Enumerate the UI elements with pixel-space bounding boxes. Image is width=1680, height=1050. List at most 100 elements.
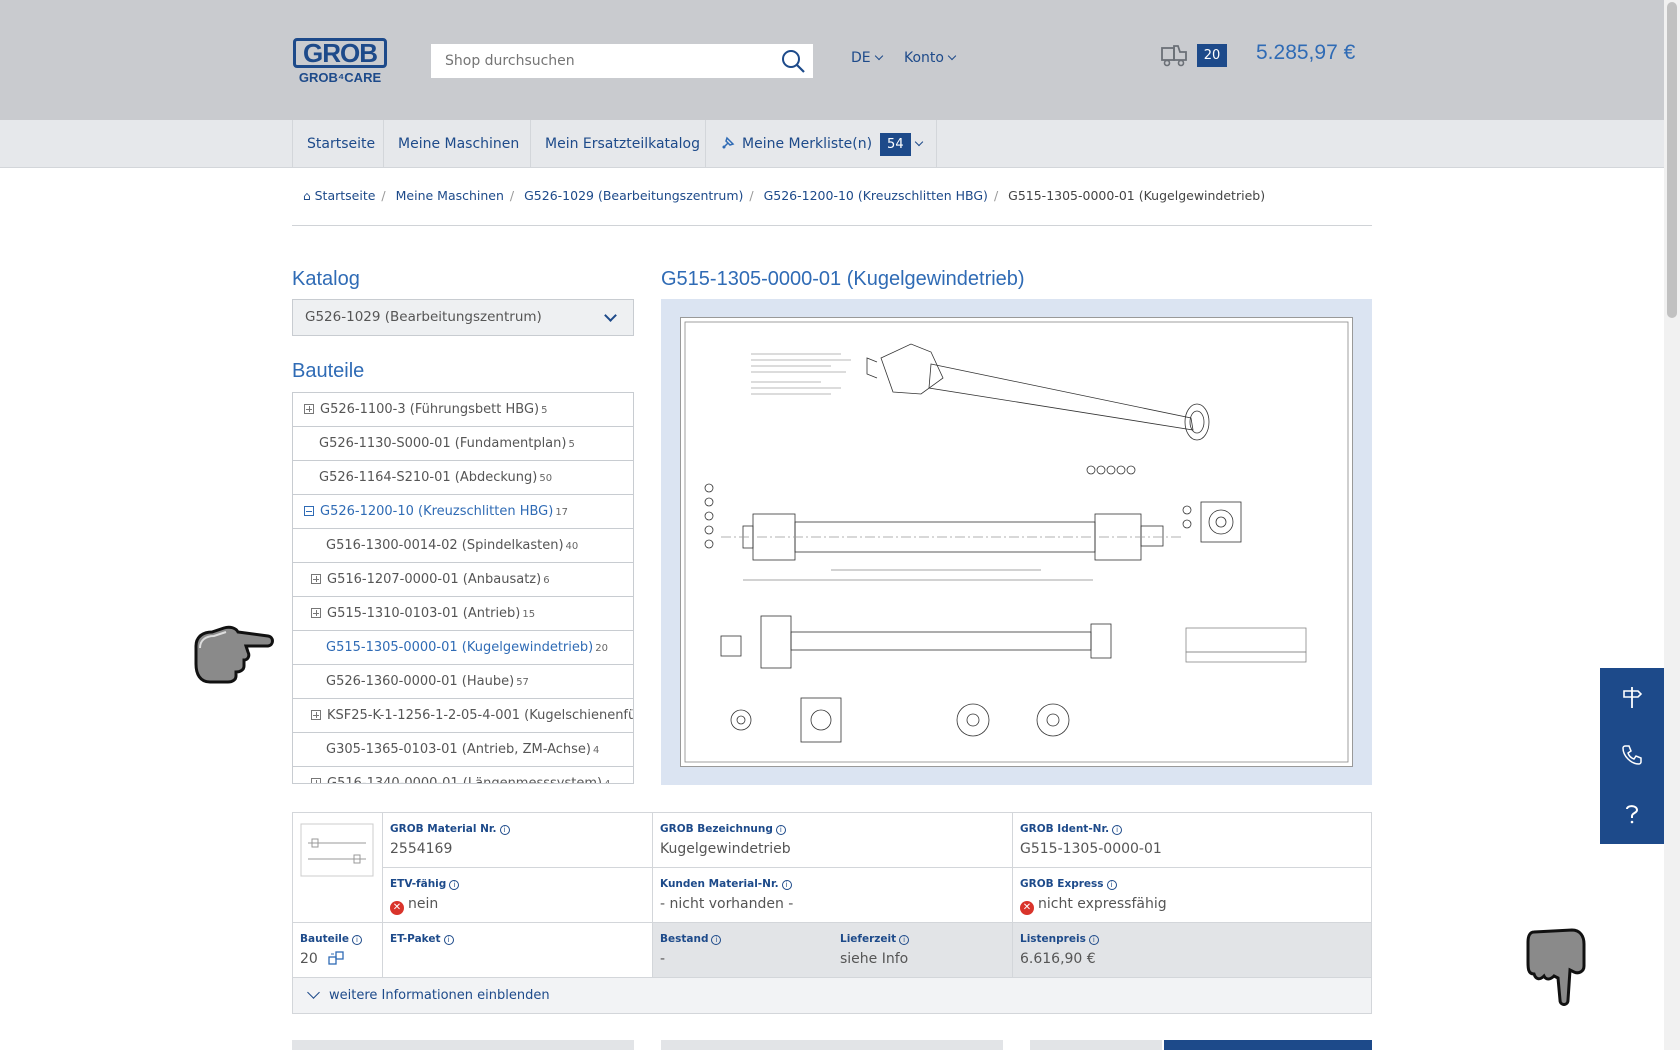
merkliste-label: Meine Merkliste(n) <box>742 136 873 152</box>
nav-startseite[interactable]: Startseite <box>292 120 389 168</box>
tree-item[interactable]: G515-1310-0103-01 (Antrieb) 15 <box>293 597 633 631</box>
part-thumbnail[interactable] <box>293 813 383 923</box>
tree-item-selected[interactable]: G515-1305-0000-01 (Kugelgewindetrieb) 20 <box>293 631 633 665</box>
catalog-selected-value: G526-1029 (Bearbeitungszentrum) <box>305 309 542 325</box>
expand-icon[interactable] <box>311 574 321 584</box>
search-input[interactable] <box>431 44 775 78</box>
parts-icon[interactable] <box>328 951 344 965</box>
thumbnail-drawing <box>300 823 374 877</box>
contact-sidebar <box>1600 668 1664 844</box>
material-nr-value: 2554169 <box>390 841 453 857</box>
tree-item[interactable]: G526-1360-0000-01 (Haube) 57 <box>293 665 633 699</box>
etpaket-cell: ET-Paket i <box>383 923 653 978</box>
cart-total[interactable]: 5.285,97 € <box>1256 41 1355 65</box>
info-icon[interactable]: i <box>499 825 510 835</box>
ident-value: G515-1305-0000-01 <box>1020 841 1162 857</box>
merkliste-count-badge: 54 <box>880 133 911 156</box>
cart-icon[interactable] <box>1160 42 1190 68</box>
divider <box>292 225 1372 226</box>
info-icon[interactable]: i <box>352 935 363 945</box>
info-icon[interactable]: i <box>443 935 454 945</box>
home-icon[interactable]: ⌂ <box>303 189 311 203</box>
quantity-field[interactable] <box>1030 1040 1162 1050</box>
page-scrollbar[interactable] <box>1664 0 1680 1050</box>
breadcrumb-startseite[interactable]: Startseite <box>315 188 376 203</box>
info-icon[interactable]: i <box>781 880 792 890</box>
tree-item[interactable]: G516-1340-0000-01 (Längenmesssystem)4 <box>293 767 633 783</box>
error-icon: ✕ <box>1020 901 1034 915</box>
logo-subtext: GROB⁴CARE <box>298 70 382 85</box>
info-icon[interactable]: i <box>449 880 460 890</box>
error-icon: ✕ <box>390 901 404 915</box>
lieferzeit-value: siehe Info <box>840 951 909 967</box>
tree-item[interactable]: G516-1300-0014-02 (Spindelkasten) 40 <box>293 529 633 563</box>
ident-cell: GROB Ident-Nr. i G515-1305-0000-01 <box>1013 813 1371 868</box>
bezeichnung-value: Kugelgewindetrieb <box>660 841 791 857</box>
help-icon[interactable] <box>1600 784 1664 842</box>
expand-icon[interactable] <box>311 778 321 783</box>
component-tree[interactable]: G526-1100-3 (Führungsbett HBG) 5 G526-113… <box>292 392 634 784</box>
chevron-down-icon <box>947 51 957 61</box>
bestand-cell: Bestand i - <box>653 923 833 978</box>
phone-icon[interactable] <box>1600 726 1664 784</box>
kunden-value: - nicht vorhanden - <box>660 896 794 912</box>
breadcrumb-meine-maschinen[interactable]: Meine Maschinen <box>396 188 504 203</box>
components-heading: Bauteile <box>292 360 365 382</box>
nav-merkliste[interactable]: Meine Merkliste(n) 54 <box>705 120 937 168</box>
tree-item[interactable]: KSF25-K-1-1256-1-2-05-4-001 (Kugelschien… <box>293 699 633 733</box>
expand-icon[interactable] <box>304 404 314 414</box>
info-icon[interactable]: i <box>1088 935 1099 945</box>
bookmark-icon <box>720 123 736 149</box>
more-info-toggle[interactable]: weitere Informationen einblenden <box>293 978 1371 1013</box>
info-icon[interactable]: i <box>899 935 910 945</box>
part-title: G515-1305-0000-01 (Kugelgewindetrieb) <box>661 268 1025 290</box>
breadcrumb-assembly[interactable]: G526-1200-10 (Kreuzschlitten HBG) <box>764 188 988 203</box>
signpost-icon[interactable] <box>1600 668 1664 726</box>
bestand-value: - <box>660 951 666 967</box>
language-selector[interactable]: DE <box>851 50 883 66</box>
breadcrumb: ⌂ Startseite / Meine Maschinen / G526-1029… <box>303 188 1266 203</box>
chevron-down-icon <box>874 51 883 61</box>
cart-count-badge[interactable]: 20 <box>1197 44 1227 67</box>
info-icon[interactable]: i <box>711 935 722 945</box>
account-menu[interactable]: Konto <box>904 50 957 66</box>
chevron-down-icon <box>307 986 320 999</box>
expand-icon[interactable] <box>311 608 321 618</box>
account-label: Konto <box>904 50 944 66</box>
info-icon[interactable]: i <box>775 825 786 835</box>
nav-ersatzteilkatalog[interactable]: Mein Ersatzteilkatalog <box>530 120 714 168</box>
tree-item[interactable]: G526-1100-3 (Führungsbett HBG) 5 <box>293 393 633 427</box>
info-icon[interactable]: i <box>1112 825 1123 835</box>
info-icon[interactable]: i <box>1106 880 1117 890</box>
search-icon[interactable] <box>779 48 807 74</box>
expand-icon[interactable] <box>311 710 321 720</box>
search-box <box>431 44 813 78</box>
bauteile-value: 20 <box>300 951 318 967</box>
express-value: nicht expressfähig <box>1038 896 1167 912</box>
technical-drawing-viewer[interactable] <box>661 299 1372 785</box>
logo-text: GROB <box>293 38 387 68</box>
tree-item[interactable]: G516-1207-0000-01 (Anbausatz) 6 <box>293 563 633 597</box>
site-header: GROB GROB⁴CARE DE Konto 20 5.285,97 € <box>0 0 1664 120</box>
tree-item[interactable]: G526-1130-S000-01 (Fundamentplan) 5 <box>293 427 633 461</box>
scrollbar-thumb[interactable] <box>1667 2 1677 318</box>
technical-drawing[interactable] <box>680 317 1353 767</box>
tree-item[interactable]: G526-1200-10 (Kreuzschlitten HBG) 17 <box>293 495 633 529</box>
nav-meine-maschinen[interactable]: Meine Maschinen <box>383 120 533 168</box>
catalog-select[interactable]: G526-1029 (Bearbeitungszentrum) <box>292 299 634 336</box>
breadcrumb-machine[interactable]: G526-1029 (Bearbeitungszentrum) <box>524 188 743 203</box>
bezeichnung-cell: GROB Bezeichnung i Kugelgewindetrieb <box>653 813 1013 868</box>
grob-logo[interactable]: GROB GROB⁴CARE <box>293 38 387 85</box>
collapse-icon[interactable] <box>304 506 314 516</box>
listenpreis-cell: Listenpreis i 6.616,90 € <box>1013 923 1371 978</box>
material-nr-cell: GROB Material Nr. i 2554169 <box>383 813 653 868</box>
main-nav: Startseite Meine Maschinen Mein Ersatzte… <box>0 120 1664 168</box>
etv-value: nein <box>408 896 439 912</box>
tree-item[interactable]: G305-1365-0103-01 (Antrieb, ZM-Achse) 4 <box>293 733 633 767</box>
add-to-cart-button[interactable] <box>1164 1040 1372 1050</box>
listenpreis-value: 6.616,90 € <box>1020 951 1096 967</box>
lieferzeit-cell: Lieferzeit i siehe Info <box>833 923 1013 978</box>
bottom-panel-middle <box>661 1040 1003 1050</box>
tree-item[interactable]: G526-1164-S210-01 (Abdeckung) 50 <box>293 461 633 495</box>
chevron-down-icon <box>604 309 617 322</box>
